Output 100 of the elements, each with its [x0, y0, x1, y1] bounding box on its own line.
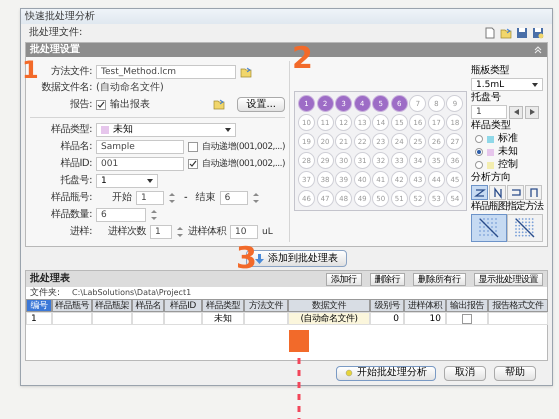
- radio-label: 标准: [498, 133, 518, 145]
- column-header[interactable]: 数据文件: [288, 299, 370, 312]
- field-label: 样品名:: [60, 141, 92, 153]
- section-title: 批处理表: [30, 273, 71, 285]
- table-action-button[interactable]: 删除行: [370, 272, 405, 286]
- toolbar-label: 批处理文件:: [29, 27, 84, 39]
- radio-label: 控制: [498, 159, 518, 171]
- checkbox[interactable]: [462, 314, 472, 324]
- dialog-button[interactable]: 帮助: [494, 366, 536, 380]
- new-file-icon[interactable]: [484, 27, 496, 39]
- spinner-icon[interactable]: [252, 191, 260, 205]
- tray-field[interactable]: 1: [471, 105, 507, 119]
- pattern-button[interactable]: [471, 214, 507, 242]
- spinner-icon[interactable]: [176, 225, 184, 239]
- field-label: 托盘号:: [60, 175, 92, 187]
- previous-button[interactable]: [509, 106, 523, 118]
- callout-number: 2: [292, 44, 313, 74]
- method-file-field[interactable]: Test_Method.lcm: [96, 65, 236, 79]
- save-icon[interactable]: [516, 27, 528, 39]
- end-field[interactable]: 6: [220, 191, 248, 205]
- window-title: 快速批处理分析: [25, 10, 95, 22]
- column-header[interactable]: 方法文件: [244, 299, 288, 312]
- table-action-button[interactable]: 删除所有行: [413, 272, 466, 286]
- injection-count-field[interactable]: 1: [150, 225, 172, 239]
- table-cell: [164, 312, 202, 325]
- folder-icon[interactable]: [240, 66, 252, 78]
- radio-button[interactable]: [475, 135, 483, 143]
- field-label: 数据文件名:: [40, 82, 92, 94]
- folder-icon[interactable]: [500, 28, 512, 38]
- spinner-icon[interactable]: [168, 191, 176, 205]
- field-label: 进样:: [69, 226, 92, 238]
- tray-dropdown[interactable]: 1: [96, 174, 158, 188]
- column-header[interactable]: 进样体积: [404, 299, 446, 312]
- checkbox-label: 自动递增(001,002,...): [202, 158, 285, 170]
- dropdown-caret-icon[interactable]: [147, 179, 153, 183]
- dialog-button[interactable]: 开始批处理分析: [336, 366, 436, 380]
- sample-name-field[interactable]: Sample: [96, 140, 184, 154]
- field-label: 结束: [196, 192, 216, 204]
- vial-type-dropdown[interactable]: 1.5mL: [471, 78, 543, 91]
- folder-label: 文件夹:: [30, 287, 60, 299]
- checkbox[interactable]: [96, 100, 106, 110]
- sample-id-field[interactable]: 001: [96, 157, 184, 171]
- data-file-name: (自动命名文件): [96, 82, 164, 94]
- direction-button[interactable]: [525, 185, 542, 200]
- start-icon: [345, 369, 353, 377]
- folder-icon[interactable]: [213, 99, 226, 110]
- direction-button[interactable]: [471, 185, 488, 200]
- field-label: 分析方向: [471, 172, 512, 184]
- table-cell: [92, 312, 132, 325]
- field-label: 报告:: [69, 98, 92, 110]
- radio-button[interactable]: [475, 161, 483, 169]
- radio-label: 未知: [498, 146, 518, 158]
- table-action-button[interactable]: 添加行: [326, 272, 362, 286]
- checkbox[interactable]: [188, 142, 198, 152]
- field-label: 瓶板类型: [471, 65, 510, 77]
- field-label: 托盘号: [471, 92, 502, 104]
- left-arrow-icon: [514, 109, 518, 115]
- dialog-button[interactable]: 取消: [444, 366, 486, 380]
- table-cell: 未知: [202, 312, 244, 325]
- settings-button[interactable]: 设置...: [237, 97, 285, 112]
- start-field[interactable]: 1: [136, 191, 164, 205]
- right-arrow-icon: [530, 109, 534, 115]
- table-cell: [244, 312, 288, 325]
- folder-path: C:\LabSolutions\Data\Project1: [72, 287, 192, 299]
- column-header[interactable]: 级别号: [370, 299, 404, 312]
- table-cell: 1: [26, 312, 52, 325]
- injection-volume-field[interactable]: 10: [230, 225, 258, 239]
- sample-count-field[interactable]: 6: [96, 208, 146, 222]
- table-cell: 0: [370, 312, 404, 325]
- spinner-icon[interactable]: [150, 208, 158, 222]
- column-header[interactable]: 样品瓶架: [92, 299, 132, 312]
- checkbox[interactable]: [188, 159, 198, 169]
- column-header[interactable]: 样品类型: [202, 299, 244, 312]
- pattern-button[interactable]: [507, 214, 543, 242]
- dropdown-caret-icon[interactable]: [532, 82, 538, 86]
- collapse-icon[interactable]: [533, 45, 543, 55]
- sample-type-dropdown[interactable]: 未知: [96, 123, 236, 137]
- column-header[interactable]: 编号: [26, 299, 52, 312]
- field-label: 样品类型:: [50, 124, 92, 136]
- table-cell: (自动命名文件): [288, 312, 370, 325]
- column-header[interactable]: 样品瓶号: [52, 299, 92, 312]
- column-header[interactable]: 样品名: [132, 299, 164, 312]
- column-header[interactable]: 报告格式文件: [488, 299, 548, 312]
- column-header[interactable]: 输出报告: [446, 299, 488, 312]
- dropdown-caret-icon[interactable]: [225, 128, 231, 132]
- field-label: 样品数量:: [50, 209, 92, 221]
- direction-button[interactable]: [489, 185, 506, 200]
- callout-number: 1: [22, 58, 39, 82]
- next-button[interactable]: [525, 106, 539, 118]
- radio-button[interactable]: [475, 148, 483, 156]
- save-as-icon[interactable]: [532, 27, 544, 39]
- table-cell: 10: [404, 312, 446, 325]
- table-action-button[interactable]: 显示批处理设置: [474, 272, 543, 286]
- column-header[interactable]: 样品ID: [164, 299, 202, 312]
- direction-button[interactable]: [507, 185, 524, 200]
- range-dash: -: [183, 192, 189, 204]
- section-title: 批处理设置: [30, 44, 80, 56]
- down-arrow-icon: [255, 254, 264, 264]
- unit-label: uL: [262, 226, 273, 238]
- field-label: 方法文件:: [50, 66, 92, 78]
